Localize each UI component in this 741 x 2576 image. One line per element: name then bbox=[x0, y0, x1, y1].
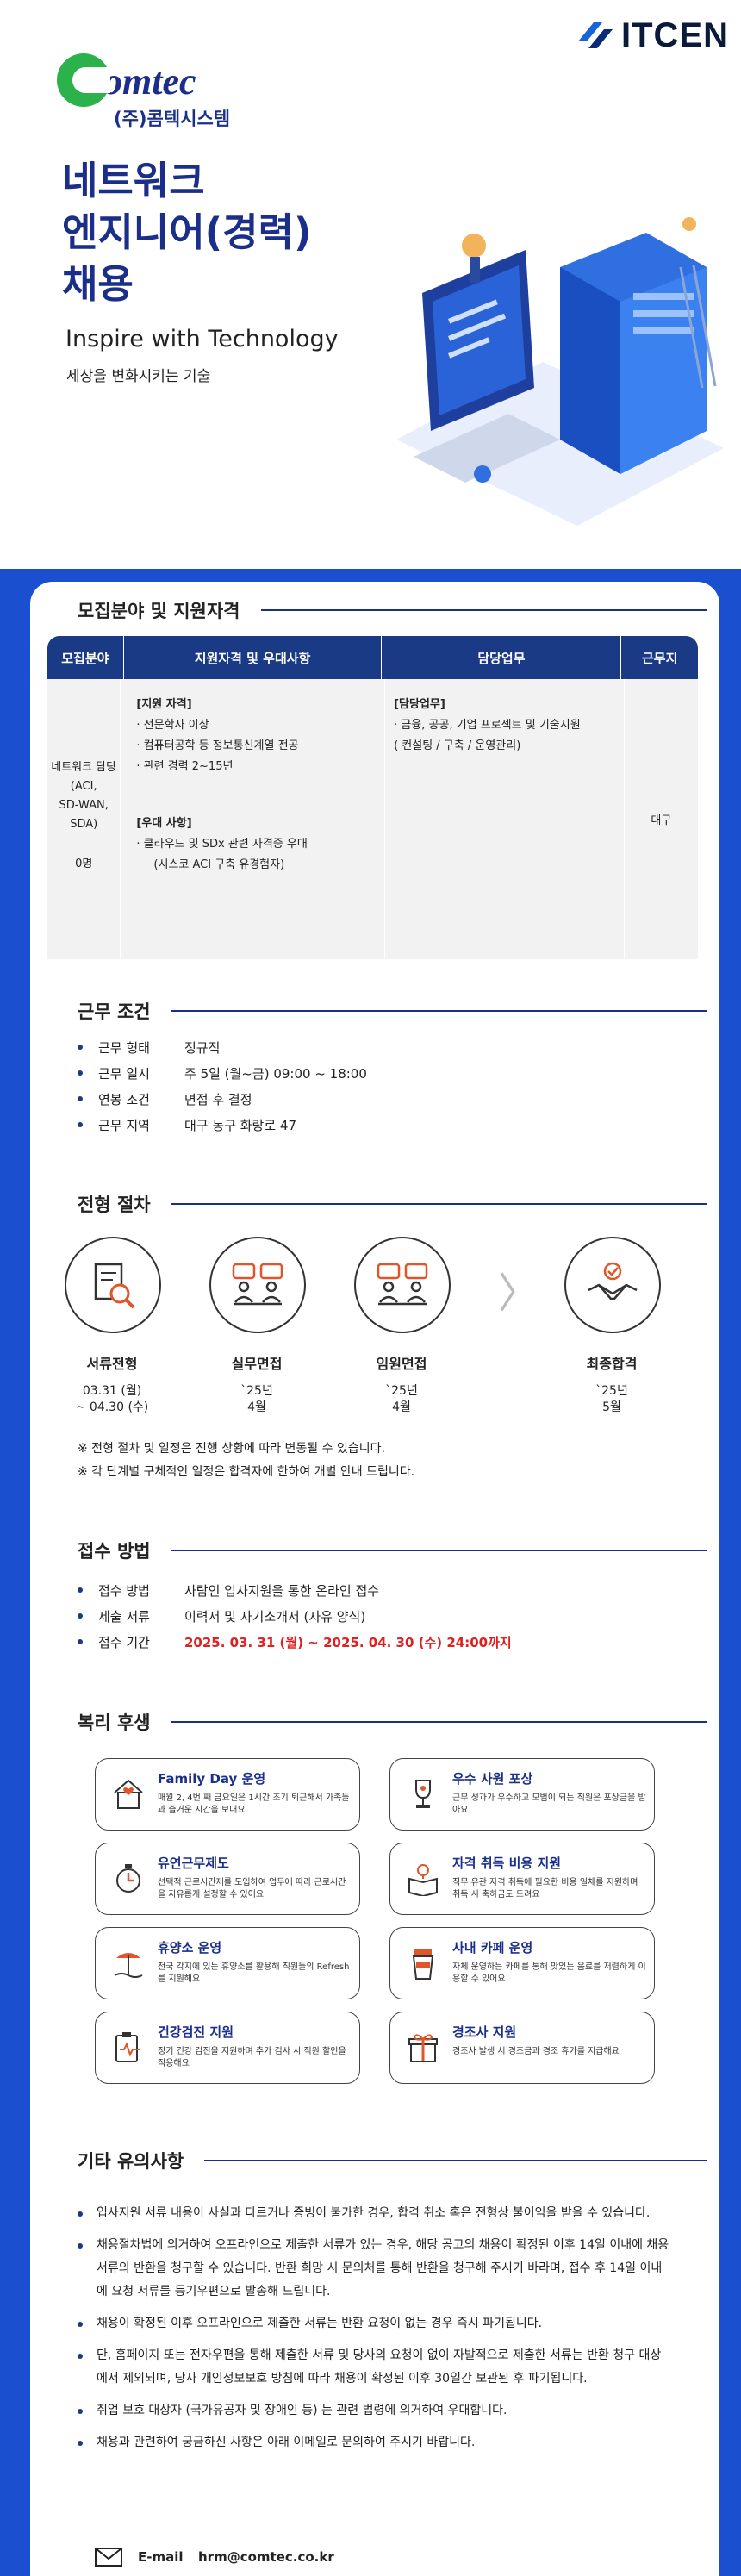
location-cell: 대구 bbox=[651, 814, 672, 827]
apply-heading: 접수 방법 bbox=[78, 1537, 707, 1563]
list-item: 근무 지역 대구 동구 화랑로 47 bbox=[78, 1112, 367, 1138]
chevron-right-icon: 〉 bbox=[498, 1269, 540, 1318]
list-item: 채용이 확정된 이후 오프라인으로 제출한 서류는 반환 요청이 없는 경우 즉… bbox=[78, 2312, 672, 2336]
benefit-card: 건강검진 지원 정기 건강 검진을 지원하며 추가 검사 시 직원 할인을 적용해… bbox=[95, 2012, 360, 2084]
comtec-logo: omtec (주)콤텍시스템 bbox=[57, 53, 230, 131]
benefit-card: 우수 사원 포상 근무 성과가 우수하고 모범이 되는 직원은 포상금을 받아요 bbox=[389, 1758, 655, 1831]
benefits-heading: 복리 후생 bbox=[78, 1709, 707, 1735]
list-item: 채용절차법에 의거하여 오프라인으로 제출한 서류가 있는 경우, 해당 공고의… bbox=[78, 2234, 672, 2304]
conditions-list: 근무 형태 정규직 근무 일시 주 5일 (월~금) 09:00 ~ 18:00 연… bbox=[78, 1034, 367, 1138]
handshake-icon bbox=[564, 1237, 661, 1333]
family-icon bbox=[96, 1759, 151, 1830]
benefit-card: 경조사 지원 경조사 발생 시 경조금과 경조 휴가를 지급해요 bbox=[389, 2012, 655, 2084]
process-note: ※ 각 단계별 구체적인 일정은 합격자에 한하여 개별 안내 드립니다. bbox=[78, 1465, 415, 1479]
list-item: 근무 일시 주 5일 (월~금) 09:00 ~ 18:00 bbox=[78, 1060, 367, 1086]
subtagline: 세상을 변화시키는 기술 bbox=[66, 368, 211, 385]
benefit-card: 유연근무제도 선택적 근로시간제를 도입하여 업무에 따라 근로시간을 자유롭게 … bbox=[95, 1843, 360, 1915]
email-label: E-mail bbox=[138, 2549, 184, 2565]
qualification-cell: [지원 자격] · 전문학사 이상 · 컴퓨터공학 등 정보통신계열 전공 · … bbox=[121, 679, 386, 959]
duty-cell: [담당업무] · 금융, 공공, 기업 프로젝트 및 기술지원 ( 컨설팅 / … bbox=[385, 679, 625, 959]
hero-section: ITCEN omtec (주)콤텍시스템 네트워크 엔지니어(경력) 채용 In… bbox=[0, 0, 741, 569]
itcen-logo: ITCEN bbox=[575, 16, 729, 55]
list-item: 제출 서류 이력서 및 자기소개서 (자유 양식) bbox=[78, 1603, 512, 1629]
list-item: 단, 홈페이지 또는 전자우편을 통해 제출한 서류 및 당사의 요청이 없이 … bbox=[78, 2344, 672, 2391]
process-heading: 전형 절차 bbox=[78, 1191, 707, 1217]
list-item: 연봉 조건 면접 후 결정 bbox=[78, 1086, 367, 1112]
benefit-card: 휴양소 운영 전국 각지에 있는 휴양소를 활용해 직원들의 Refresh를 지… bbox=[95, 1927, 360, 1999]
coffee-icon bbox=[390, 1928, 445, 1999]
benefit-card: 사내 카페 운영 자체 운영하는 카페를 통해 맛있는 음료를 저렴하게 이용할 … bbox=[389, 1927, 655, 1999]
stopwatch-icon bbox=[96, 1843, 151, 1914]
page-title: 네트워크 엔지니어(경력) 채용 bbox=[62, 158, 312, 307]
company-name: (주)콤텍시스템 bbox=[114, 109, 231, 129]
list-item: 근무 형태 정규직 bbox=[78, 1034, 367, 1060]
notice-list: 입사지원 서류 내용이 사실과 다르거나 증빙이 불가한 경우, 합격 취소 혹… bbox=[78, 2202, 672, 2463]
interview-icon bbox=[209, 1237, 306, 1333]
table-row: 네트워크 담당 (ACI, SD-WAN, SDA) 0명 [지원 자격] · … bbox=[47, 679, 698, 959]
gift-icon bbox=[390, 2012, 445, 2083]
step-final: 최종합격 `25년 5월 bbox=[564, 1237, 661, 1416]
tagline: Inspire with Technology bbox=[65, 326, 339, 352]
list-item: 접수 방법 사람인 입사지원을 통한 온라인 접수 bbox=[78, 1577, 512, 1603]
trophy-icon bbox=[390, 1759, 445, 1830]
server-illustration bbox=[396, 217, 724, 526]
executive-interview-icon bbox=[354, 1237, 451, 1333]
itcen-wordmark: ITCEN bbox=[621, 16, 729, 54]
table-header: 모집분야 지원자격 및 우대사항 담당업무 근무지 bbox=[47, 636, 698, 679]
mail-icon bbox=[95, 2548, 122, 2567]
recruit-heading: 모집분야 및 지원자격 bbox=[78, 597, 707, 623]
benefit-card: 자격 취득 비용 지원 직무 유관 자격 취득에 필요한 비용 일체를 지원하며 … bbox=[389, 1843, 655, 1915]
book-idea-icon bbox=[390, 1843, 445, 1914]
itcen-mark-icon bbox=[575, 16, 614, 55]
step-document: 서류전형 03.31 (월) ~ 04.30 (수) bbox=[65, 1237, 161, 1416]
health-check-icon bbox=[96, 2012, 151, 2083]
list-item: 채용과 관련하여 궁금하신 사항은 아래 이메일로 문의하여 주시기 바랍니다. bbox=[78, 2431, 672, 2454]
comtec-wordmark: omtec bbox=[103, 60, 196, 103]
etc-heading: 기타 유의사항 bbox=[78, 2148, 707, 2174]
list-item: 취업 보호 대상자 (국가유공자 및 장애인 등) 는 관련 법령에 의거하여 … bbox=[78, 2399, 672, 2423]
step-executive-interview: 임원면접 `25년 4월 bbox=[354, 1237, 451, 1416]
contact-email: E-mail hrm@comtec.co.kr bbox=[95, 2548, 334, 2567]
recruit-table: 모집분야 지원자격 및 우대사항 담당업무 근무지 네트워크 담당 (ACI, … bbox=[47, 636, 698, 959]
step-interview: 실무면접 `25년 4월 bbox=[209, 1237, 306, 1416]
process-steps: 서류전형 03.31 (월) ~ 04.30 (수) 실무면접 `25년 4월 임원… bbox=[65, 1237, 685, 1435]
document-search-icon bbox=[65, 1237, 161, 1333]
field-cell: 네트워크 담당 (ACI, SD-WAN, SDA) 0명 bbox=[47, 679, 121, 959]
conditions-heading: 근무 조건 bbox=[78, 998, 707, 1024]
list-item: 접수 기간 2025. 03. 31 (월) ~ 2025. 04. 30 (수)… bbox=[78, 1629, 512, 1655]
recruit-poster: ITCEN omtec (주)콤텍시스템 네트워크 엔지니어(경력) 채용 In… bbox=[0, 0, 741, 2576]
resort-icon bbox=[96, 1928, 151, 1999]
apply-list: 접수 방법 사람인 입사지원을 통한 온라인 접수 제출 서류 이력서 및 자기소개… bbox=[78, 1577, 512, 1655]
benefit-card: Family Day 운영 매월 2, 4번 째 금요일은 1시간 조기 퇴근해서… bbox=[95, 1758, 360, 1831]
email-address[interactable]: hrm@comtec.co.kr bbox=[198, 2549, 334, 2565]
comtec-c-icon bbox=[57, 53, 110, 107]
list-item: 입사지원 서류 내용이 사실과 다르거나 증빙이 불가한 경우, 합격 취소 혹… bbox=[78, 2202, 672, 2225]
process-note: ※ 전형 절차 및 일정은 진행 상황에 따라 변동될 수 있습니다. bbox=[78, 1442, 385, 1456]
